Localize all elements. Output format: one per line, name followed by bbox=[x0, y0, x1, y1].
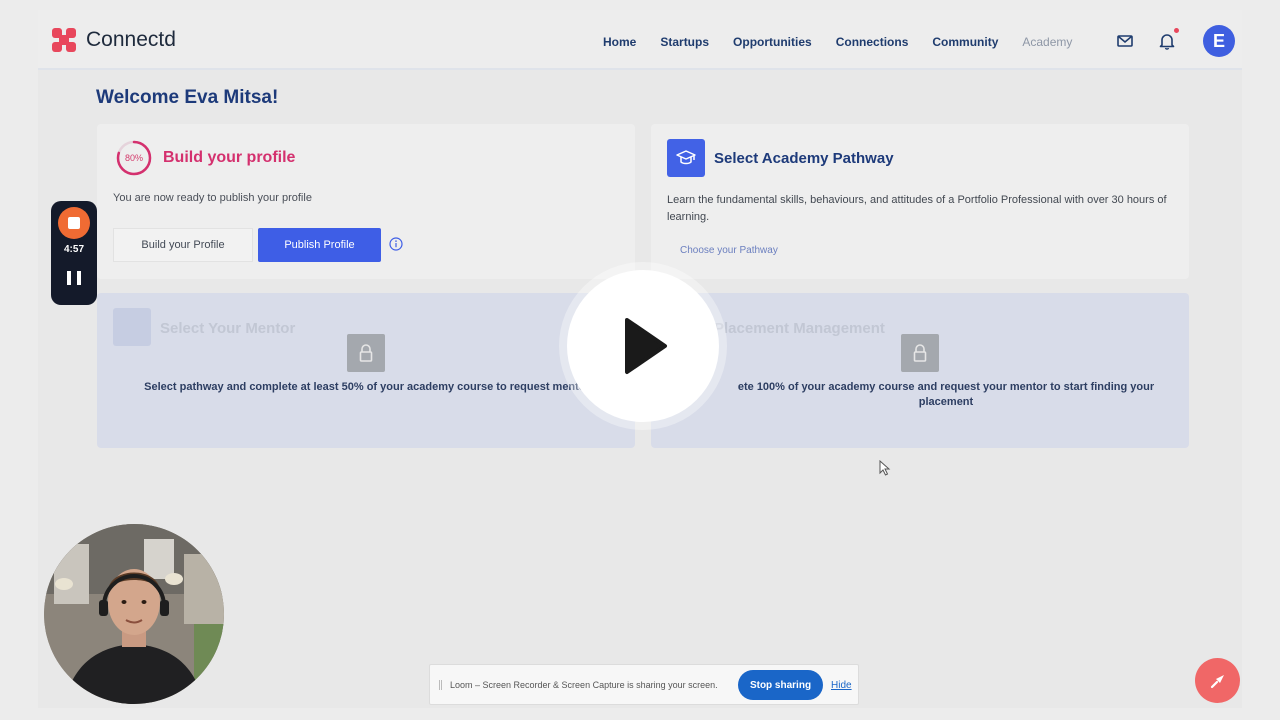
mail-icon[interactable] bbox=[1116, 32, 1134, 50]
mentor-card-locked: Select Your Mentor Select pathway and co… bbox=[97, 293, 635, 448]
connectd-logo-icon bbox=[52, 28, 76, 52]
notification-dot bbox=[1174, 28, 1179, 33]
nav-academy[interactable]: Academy bbox=[1022, 35, 1072, 49]
stop-recording-button[interactable] bbox=[58, 207, 90, 239]
brand-logo[interactable]: Connectd bbox=[52, 28, 176, 52]
build-profile-button[interactable]: Build your Profile bbox=[113, 228, 253, 262]
share-status-text: Loom – Screen Recorder & Screen Capture … bbox=[450, 680, 718, 690]
stop-sharing-button[interactable]: Stop sharing bbox=[738, 670, 823, 700]
placement-card-title: Placement Management bbox=[714, 320, 885, 337]
build-profile-card: 80% Build your profile You are now ready… bbox=[97, 124, 635, 279]
mouse-cursor-icon bbox=[879, 460, 891, 476]
recorder-controls: 4:57 bbox=[51, 201, 97, 305]
placement-locked-message: ete 100% of your academy course and requ… bbox=[737, 381, 1155, 408]
nav-community[interactable]: Community bbox=[932, 35, 998, 49]
top-header: Connectd Home Startups Opportunities Con… bbox=[38, 10, 1242, 70]
academy-card-title: Select Academy Pathway bbox=[714, 150, 894, 167]
profile-card-title: Build your profile bbox=[163, 149, 296, 166]
rocket-icon bbox=[1210, 674, 1224, 688]
presenter-video-frame bbox=[44, 524, 224, 704]
webcam-bubble[interactable] bbox=[44, 524, 224, 704]
nav-opportunities[interactable]: Opportunities bbox=[733, 35, 812, 49]
mentor-card-title: Select Your Mentor bbox=[160, 320, 296, 337]
academy-card-description: Learn the fundamental skills, behaviours… bbox=[667, 194, 1167, 223]
bell-icon[interactable] bbox=[1158, 32, 1176, 50]
mentor-user-icon bbox=[113, 308, 151, 346]
profile-card-subtitle: You are now ready to publish your profil… bbox=[113, 192, 312, 204]
info-icon[interactable] bbox=[389, 237, 403, 251]
profile-progress-value: 80% bbox=[124, 153, 143, 163]
nav-home[interactable]: Home bbox=[603, 35, 636, 49]
help-fab-button[interactable] bbox=[1195, 658, 1240, 703]
placement-card-locked: Placement Management ete 100% of your ac… bbox=[651, 293, 1189, 448]
pause-icon[interactable] bbox=[67, 271, 81, 285]
welcome-heading: Welcome Eva Mitsa! bbox=[96, 87, 279, 108]
lock-icon bbox=[901, 334, 939, 372]
video-play-button[interactable] bbox=[567, 270, 719, 422]
play-icon bbox=[625, 318, 667, 374]
lock-icon bbox=[347, 334, 385, 372]
brand-name: Connectd bbox=[86, 28, 176, 51]
user-avatar[interactable]: E bbox=[1203, 25, 1235, 57]
choose-pathway-link[interactable]: Choose your Pathway bbox=[680, 245, 778, 256]
nav-startups[interactable]: Startups bbox=[660, 35, 709, 49]
main-nav: Home Startups Opportunities Connections … bbox=[603, 35, 1096, 49]
publish-profile-button[interactable]: Publish Profile bbox=[258, 228, 381, 262]
drag-handle[interactable] bbox=[439, 680, 442, 690]
screen-share-bar: Loom – Screen Recorder & Screen Capture … bbox=[429, 664, 859, 705]
mentor-locked-message: Select pathway and complete at least 50%… bbox=[144, 381, 590, 393]
nav-connections[interactable]: Connections bbox=[836, 35, 909, 49]
hide-link[interactable]: Hide bbox=[831, 680, 852, 691]
academy-pathway-card: Select Academy Pathway Learn the fundame… bbox=[651, 124, 1189, 279]
graduation-cap-icon bbox=[667, 139, 705, 177]
recording-timer: 4:57 bbox=[63, 244, 84, 255]
